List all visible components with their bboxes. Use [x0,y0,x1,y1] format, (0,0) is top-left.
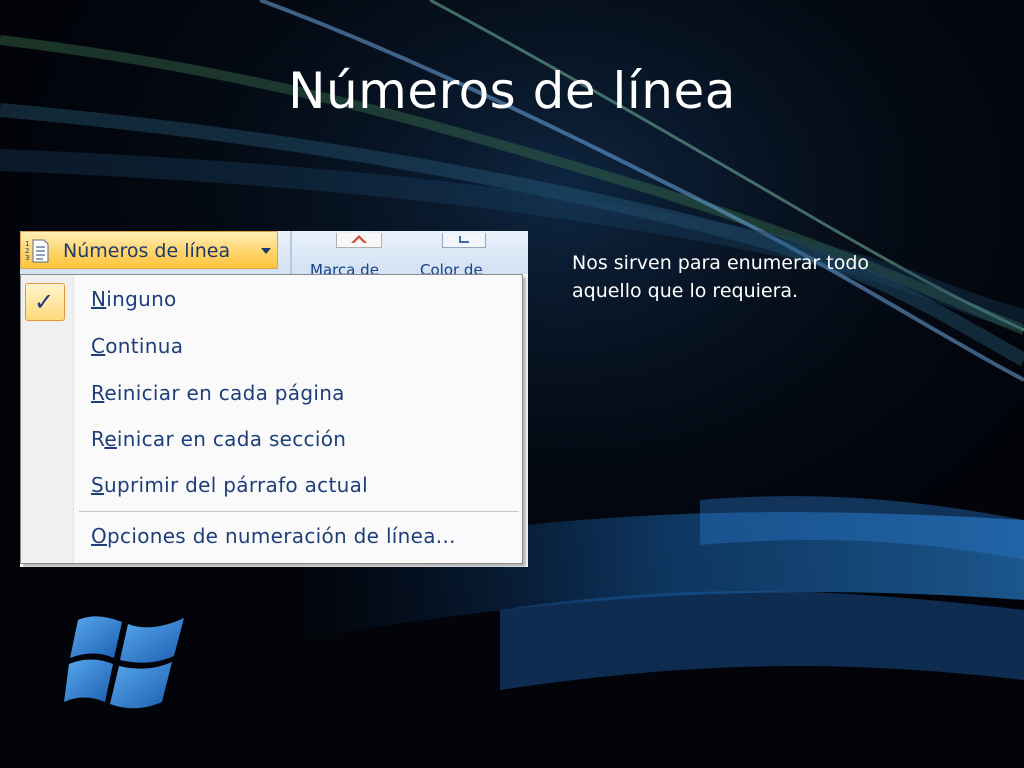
access-key: N [91,287,107,311]
access-key: O [91,524,108,548]
slide-description: Nos sirven para enumerar todo aquello qu… [572,252,870,302]
ribbon-label-watermark: Marca de [310,261,379,275]
menu-item-label: inicar en cada sección [116,427,347,451]
ribbon-separator [290,231,292,274]
line-numbers-dropdown-button[interactable]: 1 2 3 Números de línea [20,231,278,269]
menu-item-opciones-numeracion[interactable]: Opciones de numeración de línea... [91,524,456,552]
access-key: S [91,473,104,497]
menu-item-label-start: R [91,427,105,451]
menu-item-continua[interactable]: Continua [91,334,183,362]
menu-item-label: inguno [106,287,177,311]
slide-title: Números de línea [288,62,736,120]
access-key: C [91,334,106,358]
line-numbers-icon: 1 2 3 [25,239,49,263]
access-key: R [91,381,105,405]
dropdown-label: Números de línea [63,240,231,262]
chevron-down-icon [261,248,271,254]
menu-item-label: uprimir del párrafo actual [104,473,369,497]
line-numbers-menu: ✓ Ninguno Continua Reiniciar en cada pág… [20,274,523,564]
menu-separator [79,511,519,512]
menu-item-suprimir-parrafo[interactable]: Suprimir del párrafo actual [91,473,368,501]
menu-item-reiniciar-cada-pagina[interactable]: Reiniciar en cada página [91,381,345,409]
page-color-icon[interactable] [442,233,486,248]
menu-check-highlight: ✓ [25,283,65,321]
check-icon: ✓ [34,288,55,316]
menu-item-reiniciar-cada-seccion[interactable]: Reinicar en cada sección [91,427,346,455]
ribbon-label-page-color: Color de [420,261,483,275]
windows-logo-icon [64,616,184,709]
access-key: e [104,427,117,451]
menu-item-label: ontinua [105,334,184,358]
svg-text:3: 3 [25,254,29,262]
menu-gutter-line [73,275,74,563]
watermark-icon[interactable] [336,233,382,248]
menu-item-label: pciones de numeración de línea... [107,524,456,548]
menu-item-ninguno[interactable]: Ninguno [91,287,177,315]
screenshot-panel: Marca de Color de 1 2 3 Números de línea… [20,231,528,567]
menu-item-label: einiciar en cada página [104,381,345,405]
